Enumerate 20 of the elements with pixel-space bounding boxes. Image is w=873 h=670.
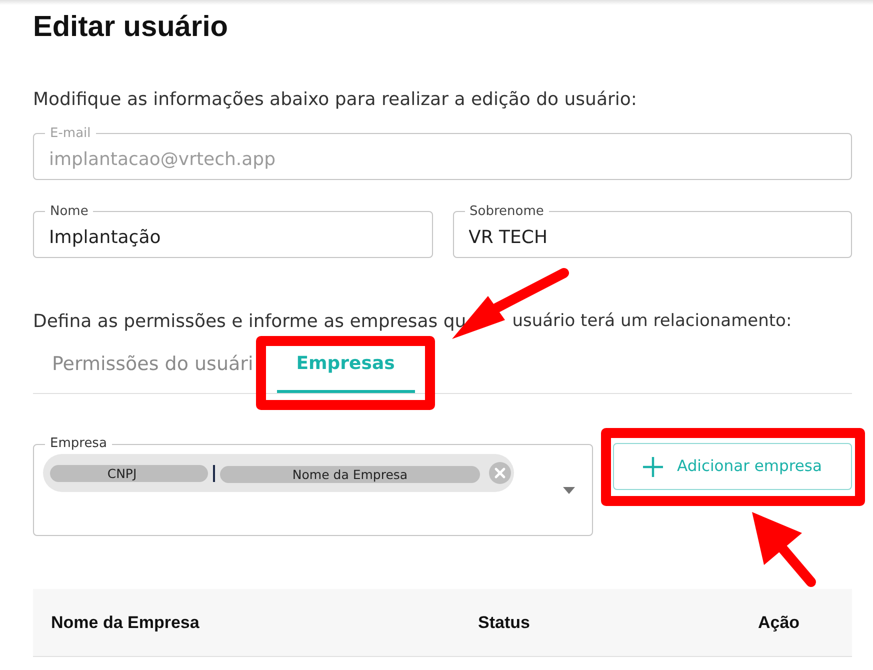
plus-icon xyxy=(642,456,663,476)
text-input[interactable]: VR TECH xyxy=(454,218,851,257)
field-label: E-mail xyxy=(49,127,92,140)
company-name-label: Nome da Empresa xyxy=(220,466,480,483)
field-label: Empresa xyxy=(49,437,108,451)
column-header: Nome da Empresa xyxy=(33,589,460,656)
dropdown-caret-icon[interactable] xyxy=(563,487,575,494)
instruction-text: usuário terá um relacionamento: xyxy=(512,310,792,333)
instruction-text: Defina as permissões e informe as empresas qu xyxy=(33,310,466,334)
text-input[interactable]: Implantação xyxy=(34,218,432,257)
cnpj-label: CNPJ xyxy=(50,464,208,482)
field-label: Nome xyxy=(49,205,90,218)
column-header: Status xyxy=(460,589,740,656)
intro-text: Modifique as informações abaixo para realizar a edição do usuário: xyxy=(33,88,638,112)
column-header: Ação xyxy=(740,589,852,656)
field-label: Sobrenome xyxy=(468,205,545,218)
first-name-field[interactable]: Nome Implantação xyxy=(33,205,432,258)
page-title: Editar usuário xyxy=(33,10,229,44)
company-select[interactable]: Empresa CNPJ Nome da Empresa xyxy=(33,437,593,536)
last-name-field[interactable]: Sobrenome VR TECH xyxy=(452,205,852,258)
